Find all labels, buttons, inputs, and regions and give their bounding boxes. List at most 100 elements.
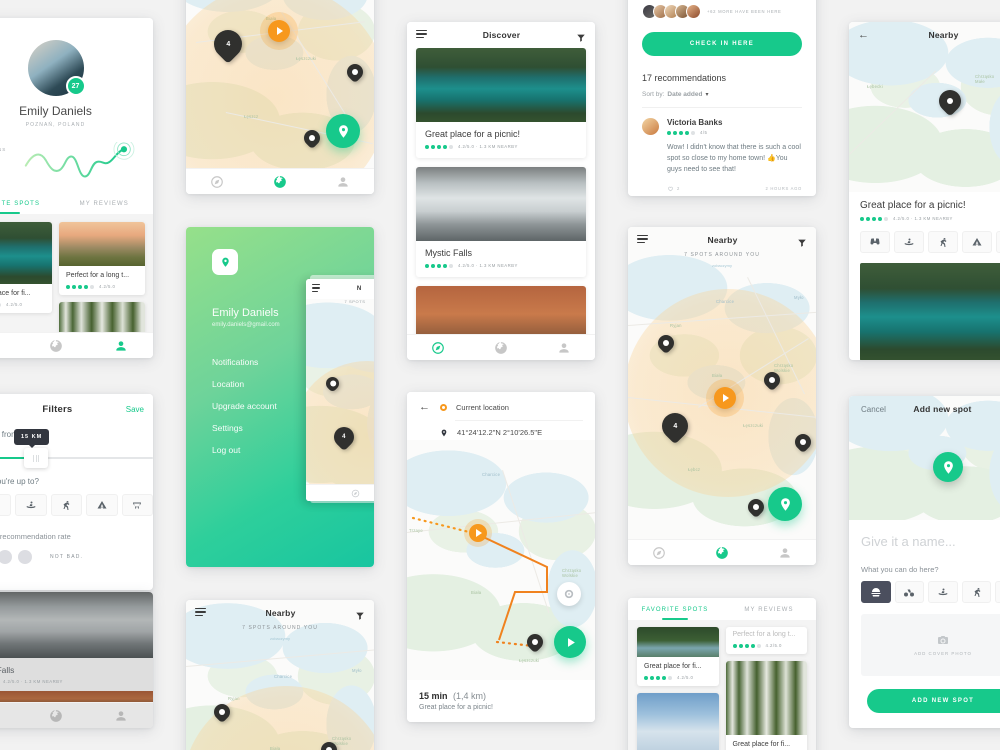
tab-favorite-spots[interactable]: FAVORITE SPOTS — [0, 192, 56, 214]
tab-my-reviews[interactable]: MY REVIEWS — [56, 192, 154, 214]
discover-card[interactable]: Mystic Falls 4.2/5.0 · 1.3 KM NEARBY — [416, 167, 586, 277]
map-canvas[interactable]: Charcice Trzaye Biała Chrząsko Wolskie Łę… — [407, 440, 595, 680]
discover-card[interactable]: Great place for a picnic! 4.2/5.0 · 1.3 … — [416, 48, 586, 158]
profile-icon[interactable] — [557, 341, 571, 355]
checkin-badge: 27 — [65, 76, 86, 96]
nearby-link[interactable]: zobaczymy — [628, 263, 816, 268]
discover-card[interactable] — [416, 286, 586, 334]
back-arrow-icon[interactable]: ← — [419, 402, 431, 413]
binoculars-icon[interactable] — [0, 494, 11, 516]
running-icon[interactable] — [928, 231, 958, 253]
hamburger-icon[interactable] — [637, 234, 648, 246]
menu-item-notifications[interactable]: Notifications — [212, 357, 277, 367]
tab-favorite-spots[interactable]: FAVORITE SPOTS — [628, 598, 722, 620]
route-destination[interactable]: 41°24'12.2"N 2°10'26.5"E — [457, 428, 542, 437]
heart-icon[interactable] — [667, 185, 674, 192]
running-icon[interactable] — [961, 581, 992, 603]
card-photo — [725, 661, 807, 735]
chevron-down-icon[interactable]: ▾ — [705, 91, 708, 98]
tent-icon[interactable] — [86, 494, 118, 516]
add-spot-fab[interactable] — [326, 114, 360, 148]
check-in-button[interactable]: CHECK IN HERE — [642, 32, 802, 56]
new-spot-marker[interactable] — [933, 452, 963, 482]
running-icon[interactable] — [50, 494, 82, 516]
like-control[interactable]: 2 — [667, 185, 680, 192]
compass-icon[interactable] — [210, 175, 224, 189]
menu-item-location[interactable]: Location — [212, 379, 277, 389]
slider-handle[interactable] — [24, 448, 48, 468]
distance-slider[interactable]: 15 KM — [0, 429, 153, 468]
globe-icon[interactable] — [715, 546, 729, 560]
route-origin-marker — [469, 524, 487, 542]
start-navigation-fab[interactable] — [554, 626, 586, 658]
kayak-icon[interactable] — [894, 231, 924, 253]
picnic-icon[interactable] — [861, 581, 891, 603]
funnel-icon[interactable] — [355, 608, 365, 620]
card-photo — [59, 222, 145, 266]
bbq-icon[interactable] — [996, 231, 1000, 253]
bottom-nav[interactable] — [407, 334, 595, 360]
current-location-marker — [268, 20, 290, 42]
tent-icon[interactable] — [995, 581, 1000, 603]
map-pin[interactable] — [744, 495, 768, 519]
menu-item-upgrade-account[interactable]: Upgrade account — [212, 401, 277, 411]
back-arrow-icon[interactable]: ← — [858, 29, 870, 41]
menu-item-log-out[interactable]: Log out — [212, 445, 277, 455]
compass-icon[interactable] — [652, 546, 666, 560]
page-title: Discover — [482, 30, 521, 40]
bottom-nav[interactable] — [186, 168, 374, 194]
page-title: Nearby — [928, 30, 959, 40]
spot-meta: 4.2/5.0 · 1.3 KM NEARBY — [893, 216, 953, 221]
sort-control[interactable]: Sort by: Date added ▾ — [642, 91, 802, 98]
bottom-nav[interactable] — [0, 332, 153, 358]
globe-icon[interactable] — [49, 339, 63, 353]
globe-icon[interactable] — [494, 341, 508, 355]
cancel-button[interactable]: Cancel — [861, 405, 886, 414]
funnel-icon[interactable] — [576, 30, 586, 42]
profile-icon[interactable] — [778, 546, 792, 560]
rate-circle[interactable] — [0, 550, 12, 564]
bbq-icon[interactable] — [121, 494, 153, 516]
review-rating: 4/5 — [700, 130, 708, 135]
nearby-link[interactable]: zobaczymy — [186, 636, 374, 641]
spot-reviews-screen: +62 MORE HAVE BEEN HERE CHECK IN HERE 17… — [628, 0, 816, 196]
rate-selector[interactable]: NOT BAD. — [0, 541, 153, 564]
bottom-nav[interactable] — [628, 539, 816, 565]
globe-icon[interactable] — [273, 175, 287, 189]
map-canvas[interactable]: Biała Łęszczuki Łęszcz 4 — [186, 0, 374, 194]
compass-icon[interactable] — [431, 341, 445, 355]
spot-name-input[interactable]: Give it a name... — [861, 534, 1000, 549]
add-cover-photo-dropzone[interactable]: ADD COVER PHOTO — [861, 614, 1000, 676]
add-new-spot-button[interactable]: ADD NEW SPOT — [867, 689, 1000, 713]
save-button[interactable]: Save — [126, 405, 144, 414]
card-photo — [416, 286, 586, 334]
route-origin[interactable]: Current location — [456, 403, 509, 412]
hamburger-icon[interactable] — [195, 607, 206, 619]
profile-icon[interactable] — [114, 709, 128, 723]
card-photo — [416, 167, 586, 241]
kayak-icon[interactable] — [15, 494, 47, 516]
add-spot-fab[interactable] — [768, 487, 802, 521]
hamburger-icon[interactable] — [416, 29, 427, 41]
tab-my-reviews[interactable]: MY REVIEWS — [722, 598, 816, 620]
kayak-icon[interactable] — [928, 581, 958, 603]
profile-icon[interactable] — [336, 175, 350, 189]
visitor-avatars[interactable] — [642, 4, 701, 19]
bottom-nav[interactable] — [0, 702, 153, 728]
page-title: Add new spot — [913, 404, 972, 414]
map-canvas[interactable]: Charcice Ryjan Biała Łęszczuki Łębcz Chr… — [628, 227, 816, 565]
binoculars-icon[interactable] — [860, 231, 890, 253]
profile-icon[interactable] — [114, 339, 128, 353]
globe-icon[interactable] — [49, 709, 63, 723]
menu-item-settings[interactable]: Settings — [212, 423, 277, 433]
recenter-button[interactable] — [557, 582, 581, 606]
tent-icon[interactable] — [962, 231, 992, 253]
checkins-sparkline — [24, 142, 135, 178]
card-title: Great place for fi... — [644, 663, 702, 670]
rate-circle[interactable] — [18, 550, 32, 564]
menu-stacked-preview-front[interactable]: 4 N 7 SPOTS — [306, 279, 374, 501]
map-pin[interactable] — [934, 85, 966, 117]
route-destination-name: Great place for a picnic! — [419, 704, 493, 711]
bike-icon[interactable] — [894, 581, 925, 603]
funnel-icon[interactable] — [797, 235, 807, 247]
